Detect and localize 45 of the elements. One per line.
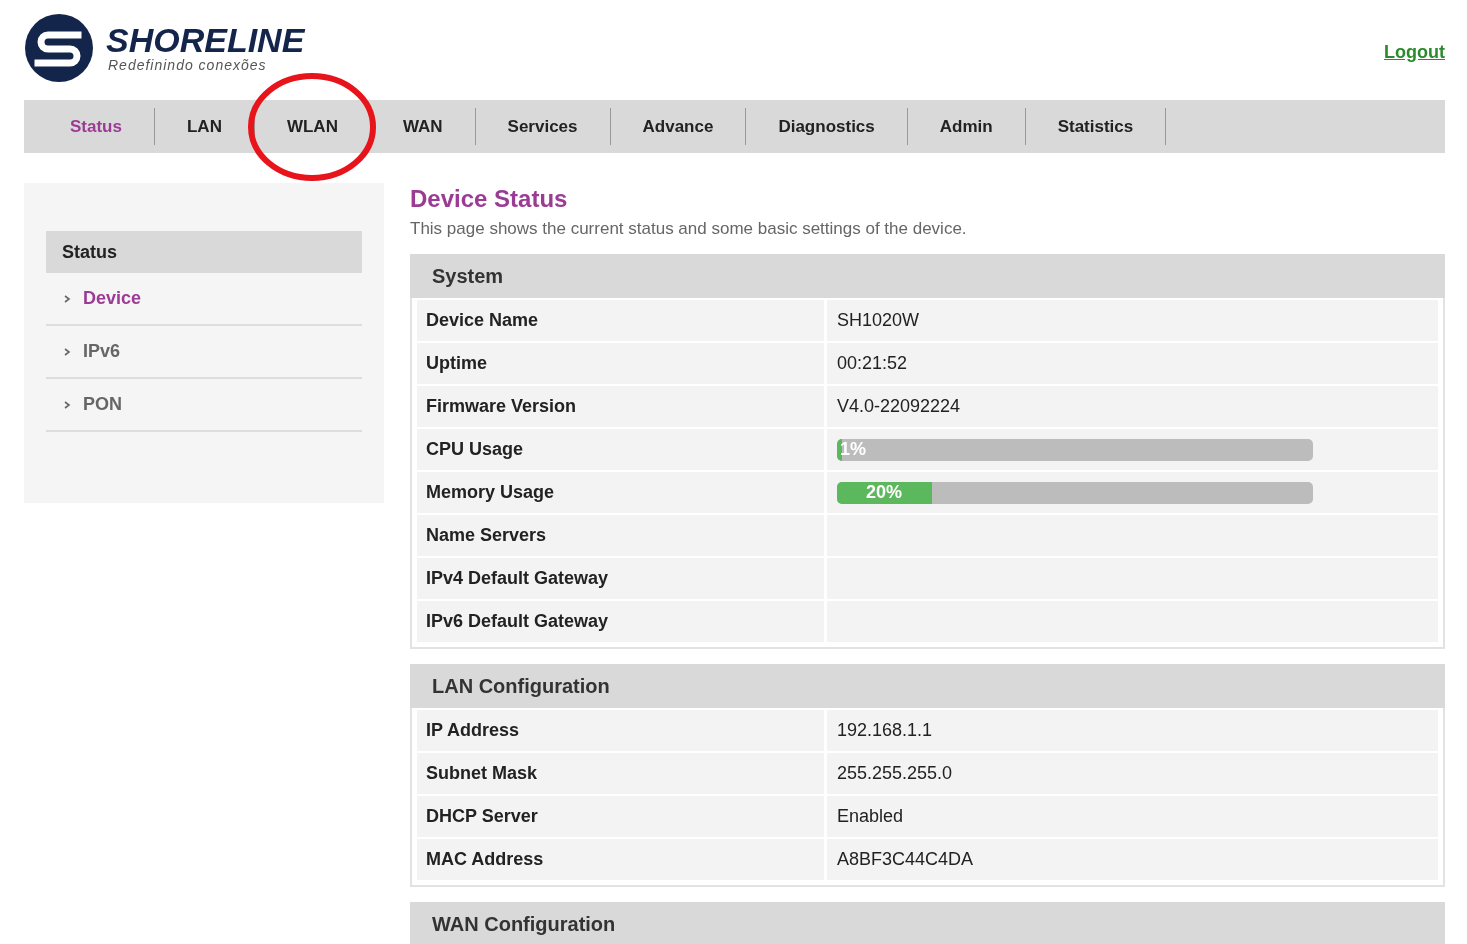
nav-tab[interactable]: WAN bbox=[370, 116, 475, 137]
table-cell: Device Name bbox=[417, 300, 824, 341]
table-cell: MAC Address bbox=[417, 839, 824, 880]
sidebar-item[interactable]: IPv6 bbox=[46, 326, 362, 379]
nav-tab[interactable]: Diagnostics bbox=[746, 116, 907, 137]
table-cell: 192.168.1.1 bbox=[827, 710, 1438, 751]
sidebar-item[interactable]: Device bbox=[46, 273, 362, 326]
chevron-icon bbox=[64, 347, 71, 356]
table-cell: SH1020W bbox=[827, 300, 1438, 341]
page-description: This page shows the current status and some basic settings of the device. bbox=[410, 219, 968, 239]
nav-tab[interactable]: LAN bbox=[154, 116, 254, 137]
table-cell: A8BF3C44C4DA bbox=[827, 839, 1438, 880]
table-cell: Name Servers bbox=[417, 515, 824, 556]
chevron-icon bbox=[64, 400, 71, 409]
meter-reading: 20% bbox=[866, 482, 903, 503]
brand-name: SHORELINE bbox=[106, 23, 305, 57]
brand-tagline: Redefinindo conexões bbox=[108, 57, 268, 73]
table-cell: IP Address bbox=[417, 710, 824, 751]
table-cell: Enabled bbox=[827, 796, 1438, 837]
table-cell: V4.0-22092224 bbox=[827, 386, 1438, 427]
table-cell: Uptime bbox=[417, 343, 824, 384]
table-cell: Memory Usage bbox=[417, 472, 824, 513]
table-cell: Subnet Mask bbox=[417, 753, 824, 794]
nav-tab[interactable]: Status bbox=[38, 116, 154, 137]
sidebar-title: Status bbox=[46, 231, 362, 273]
nav-tab[interactable]: Statistics bbox=[1025, 116, 1166, 137]
table-cell: Firmware Version bbox=[417, 386, 824, 427]
section-header: WAN Configuration bbox=[410, 902, 1445, 944]
table-cell: 255.255.255.0 bbox=[827, 753, 1438, 794]
table-cell: DHCP Server bbox=[417, 796, 824, 837]
chevron-icon bbox=[64, 294, 71, 303]
table-cell: 00:21:52 bbox=[827, 343, 1438, 384]
table-cell: IPv6 Default Gateway bbox=[417, 601, 824, 642]
page-title: Device Status bbox=[410, 185, 569, 213]
nav-tab[interactable]: WLAN bbox=[254, 116, 370, 137]
nav-tab[interactable]: Admin bbox=[907, 116, 1025, 137]
logo-icon bbox=[24, 13, 94, 83]
sidebar-item[interactable]: PON bbox=[46, 379, 362, 432]
table-cell: CPU Usage bbox=[417, 429, 824, 470]
logout-link[interactable]: Logout bbox=[1384, 42, 1445, 63]
section-header: System bbox=[410, 254, 1445, 298]
table-cell: IPv4 Default Gateway bbox=[417, 558, 824, 599]
nav-tab[interactable]: Services bbox=[475, 116, 610, 137]
nav-tab[interactable]: Advance bbox=[610, 116, 746, 137]
section-header: LAN Configuration bbox=[410, 664, 1445, 708]
